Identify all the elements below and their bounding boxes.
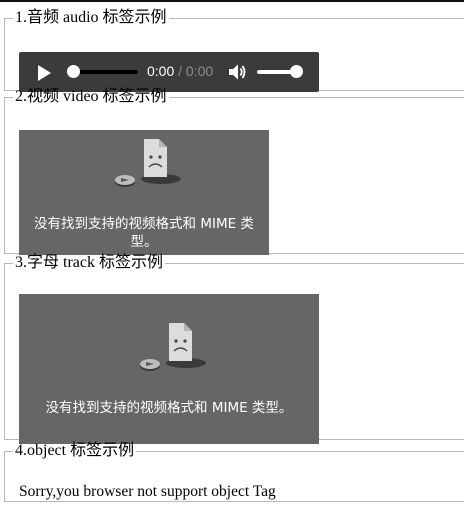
section-object-legend: 4.object 标签示例 — [15, 442, 135, 459]
volume-knob[interactable] — [290, 65, 303, 78]
section-audio: 1.音频 audio 标签示例 0:00 / 0:00 — [4, 9, 464, 92]
section-object: 4.object 标签示例 Sorry,you browser not supp… — [4, 442, 464, 502]
play-icon[interactable] — [38, 65, 51, 81]
object-fallback-text: Sorry,you browser not support object Tag — [19, 483, 276, 500]
video-player-track[interactable]: 没有找到支持的视频格式和 MIME 类型。 — [19, 294, 319, 444]
video-error-message: 没有找到支持的视频格式和 MIME 类型。 — [34, 216, 254, 250]
section-audio-legend: 1.音频 audio 标签示例 — [15, 9, 167, 26]
video-error-message: 没有找到支持的视频格式和 MIME 类型。 — [45, 400, 293, 416]
audio-player[interactable]: 0:00 / 0:00 — [19, 52, 319, 92]
video-player[interactable]: 没有找到支持的视频格式和 MIME 类型。 — [19, 130, 269, 255]
top-border — [0, 0, 464, 2]
broken-file-icon — [115, 139, 181, 187]
section-track: 3.字母 track 标签示例 没有找到支持的视频格式和 MIME 类型。 — [4, 254, 464, 444]
section-video-legend: 2.视频 video 标签示例 — [15, 88, 167, 105]
seek-bar[interactable] — [72, 70, 138, 74]
section-track-legend: 3.字母 track 标签示例 — [15, 254, 163, 271]
duration: / 0:00 — [174, 63, 214, 79]
section-video: 2.视频 video 标签示例 没有找到支持的视频格式和 MIME 类型。 — [4, 88, 464, 255]
time-display: 0:00 / 0:00 — [147, 63, 213, 79]
current-time: 0:00 — [147, 63, 175, 79]
volume-icon[interactable] — [228, 63, 246, 81]
broken-file-icon — [140, 323, 206, 371]
seek-knob[interactable] — [67, 65, 80, 78]
